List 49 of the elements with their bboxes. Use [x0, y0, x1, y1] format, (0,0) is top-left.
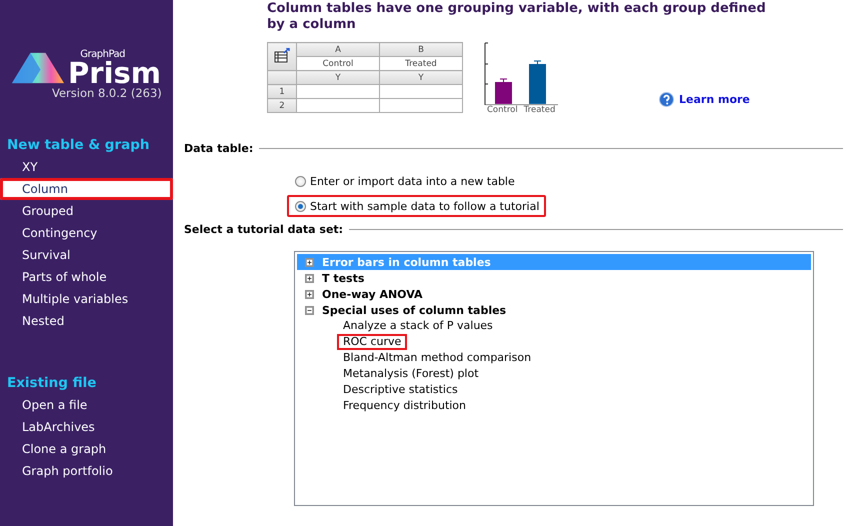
tree-item[interactable]: Bland-Altman method comparison — [337, 350, 538, 366]
expand-icon[interactable] — [305, 258, 314, 266]
chart-label: Control — [487, 105, 518, 115]
column-letter: B — [380, 42, 462, 56]
sidebar-item[interactable]: XY — [0, 156, 173, 178]
row-number: 2 — [268, 98, 296, 112]
learn-more-link[interactable]: Learn more — [659, 92, 750, 107]
section-title: Existing file — [6, 374, 98, 393]
tree-group[interactable]: One-way ANOVA — [297, 286, 811, 302]
product-name: Prism — [68, 60, 161, 86]
column-type: Y — [380, 70, 462, 84]
radio-button[interactable] — [295, 176, 306, 186]
table-icon — [274, 48, 290, 62]
sidebar-item[interactable]: LabArchives — [0, 416, 173, 438]
section-heading: Select a tutorial data set: — [184, 223, 344, 236]
page-title: Column tables have one grouping variable, with each group defined by a column — [267, 0, 767, 33]
column-letter: A — [296, 42, 380, 56]
sidebar-item[interactable]: Graph portfolio — [0, 460, 173, 482]
radio-button[interactable] — [295, 200, 306, 212]
tree-group[interactable]: T tests — [297, 270, 811, 286]
tree-item[interactable]: ROC curve — [337, 334, 408, 350]
collapse-icon[interactable] — [305, 306, 314, 314]
row-number: 1 — [268, 84, 296, 98]
brand-name: GraphPad — [80, 50, 125, 60]
sidebar-item[interactable]: Contingency — [0, 222, 173, 244]
tree-group[interactable]: Special uses of column tables — [297, 302, 811, 318]
sidebar-item[interactable]: Nested — [0, 310, 173, 332]
sidebar-item[interactable]: Grouped — [0, 200, 173, 222]
tree-item[interactable]: Analyze a stack of P values — [337, 318, 499, 334]
section-title: New table & graph — [6, 136, 151, 155]
chart-label: Treated — [524, 105, 556, 115]
sidebar-item[interactable]: Open a file — [0, 394, 173, 416]
help-icon — [659, 92, 674, 107]
sidebar-item[interactable]: Column — [0, 178, 173, 200]
sidebar-item[interactable]: Multiple variables — [0, 288, 173, 310]
sidebar-item[interactable]: Parts of whole — [0, 266, 173, 288]
radio-option[interactable]: Start with sample data to follow a tutorial — [287, 195, 546, 217]
expand-icon[interactable] — [305, 274, 314, 282]
sidebar-item[interactable]: Clone a graph — [0, 438, 173, 460]
tree-item[interactable]: Descriptive statistics — [337, 382, 464, 398]
radio-option[interactable]: Enter or import data into a new table — [287, 170, 546, 192]
tree-item[interactable]: Metanalysis (Forest) plot — [337, 366, 485, 382]
expand-icon[interactable] — [305, 290, 314, 298]
column-type: Y — [296, 70, 380, 84]
tree-item[interactable]: Frequency distribution — [337, 398, 472, 414]
version-label: Version 8.0.2 (263) — [51, 86, 163, 100]
prism-logo-icon — [12, 50, 64, 86]
section-heading: Data table: — [184, 142, 254, 155]
sidebar-item[interactable]: Survival — [0, 244, 173, 266]
